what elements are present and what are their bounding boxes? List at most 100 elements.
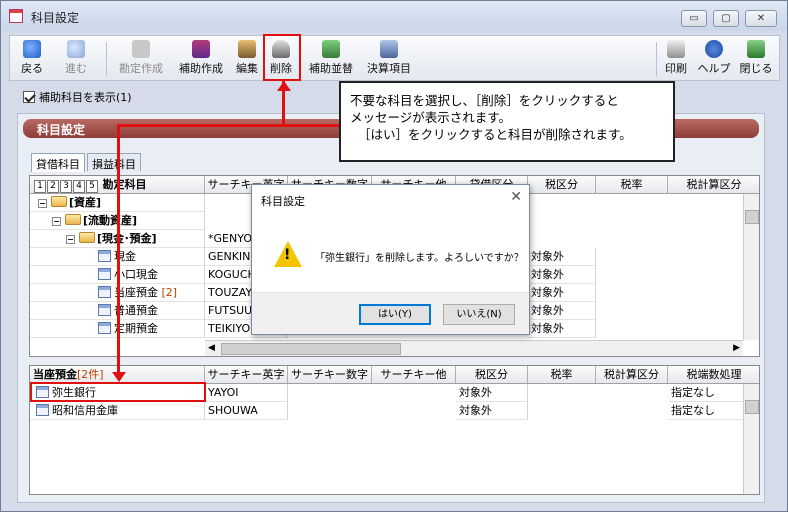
title-bar: 科目設定 ▭ ▢ ✕ [1, 1, 787, 31]
arrow-head-up-icon [277, 81, 291, 91]
sort-icon [322, 40, 340, 58]
rounding-cell: 指定なし [668, 402, 744, 420]
scroll-left-icon[interactable]: ◀ [208, 343, 215, 353]
closing-label: 決算項目 [367, 62, 411, 75]
closing-icon [380, 40, 398, 58]
level-1-button[interactable]: 1 [34, 180, 46, 193]
scroll-right-icon[interactable]: ▶ [733, 343, 740, 353]
row-name: [現金･預金] [97, 232, 157, 245]
print-button[interactable]: 印刷 [660, 38, 692, 80]
delete-highlight [263, 34, 301, 81]
document-icon [98, 322, 111, 334]
row-name: [流動資産] [83, 214, 138, 227]
vertical-scrollbar[interactable] [743, 194, 759, 340]
document-icon [98, 304, 111, 316]
minimize-button[interactable]: ▭ [681, 10, 707, 27]
sub-header-tax-class[interactable]: 税区分 [456, 366, 528, 384]
maximize-button[interactable]: ▢ [713, 10, 739, 27]
tax-cell: 対象外 [528, 302, 596, 320]
create-account-button[interactable]: 勘定作成 [114, 38, 168, 80]
row-name: [資産] [69, 196, 102, 209]
sub-header-search-alpha[interactable]: サーチキー英字 [205, 366, 288, 384]
back-button[interactable]: 戻る [14, 38, 50, 80]
tax-cell: 対象外 [528, 284, 596, 302]
callout-line-3: ［はい］をクリックすると科目が削除されます。 [358, 127, 632, 142]
row-name: 当座預金 [114, 286, 158, 299]
edit-label: 編集 [236, 62, 258, 75]
header-account-label: 勘定科目 [102, 178, 147, 191]
tax-cell: 対象外 [456, 384, 528, 402]
scroll-thumb[interactable] [745, 210, 759, 224]
document-icon [98, 268, 111, 280]
level-3-button[interactable]: 3 [60, 180, 72, 193]
close-window-button[interactable]: ✕ [745, 10, 777, 27]
sub-row-showa[interactable]: 昭和信用金庫 [30, 402, 205, 420]
dialog-title: 科目設定 [261, 195, 305, 208]
sub-header-search-other[interactable]: サーチキー他 [372, 366, 456, 384]
tax-cell: 対象外 [528, 266, 596, 284]
level-4-button[interactable]: 4 [73, 180, 85, 193]
forward-button[interactable]: 進む [58, 38, 94, 80]
window-title: 科目設定 [31, 11, 80, 25]
header-tax-rate[interactable]: 税率 [596, 176, 668, 194]
level-2-button[interactable]: 2 [47, 180, 59, 193]
sub-count-label: [2件] [77, 368, 104, 381]
pencil-icon [238, 40, 256, 58]
app-window: 科目設定 ▭ ▢ ✕ 戻る 進む 勘定作成 補助作成 編集 削除 補助並替 決算… [0, 0, 788, 512]
callout-line-1: 不要な科目を選択し、［削除］をクリックすると [350, 93, 619, 108]
level-5-button[interactable]: 5 [86, 180, 98, 193]
back-label: 戻る [21, 62, 43, 75]
header-tax-class[interactable]: 税区分 [528, 176, 596, 194]
search-cell: YAYOI [205, 384, 288, 402]
tax-cell: 対象外 [528, 320, 596, 338]
document-icon [98, 286, 111, 298]
create-sub-label: 補助作成 [179, 62, 223, 75]
closing-items-button[interactable]: 決算項目 [362, 38, 416, 80]
no-button[interactable]: いいえ(N) [443, 304, 515, 325]
tax-cell: 対象外 [456, 402, 528, 420]
tab-profit-loss[interactable]: 損益科目 [87, 153, 141, 171]
search-cell: SHOUWA [205, 402, 288, 420]
dialog-close-icon[interactable]: ✕ [510, 189, 522, 205]
header-tax-calc[interactable]: 税計算区分 [668, 176, 759, 194]
show-sub-checkbox[interactable]: 補助科目を表示(1) [23, 89, 132, 105]
dialog-message: 「弥生銀行」を削除します。よろしいですか？ [315, 253, 524, 264]
sub-title-label: 当座預金 [33, 368, 77, 381]
instruction-callout: 不要な科目を選択し、［削除］をクリックすると メッセージが表示されます。 ［はい… [339, 81, 675, 162]
sub-header-search-num[interactable]: サーチキー数字 [288, 366, 372, 384]
sort-sub-label: 補助並替 [309, 62, 353, 75]
horizontal-scrollbar[interactable]: ◀ ▶ [205, 340, 743, 356]
edit-button[interactable]: 編集 [232, 38, 262, 80]
forward-label: 進む [65, 62, 87, 75]
tab-balance[interactable]: 貸借科目 [31, 153, 85, 172]
folder-icon [79, 232, 95, 243]
checkbox-checked-icon [23, 91, 35, 103]
arrow-left-icon [23, 40, 41, 58]
create-account-icon [132, 40, 150, 58]
sub-scroll-thumb[interactable] [745, 400, 759, 414]
close-button[interactable]: 閉じる [736, 38, 776, 80]
row-name: 小口現金 [114, 268, 158, 281]
rounding-cell: 指定なし [668, 384, 744, 402]
sub-vertical-scrollbar[interactable] [743, 384, 759, 494]
tax-cell: 対象外 [528, 248, 596, 266]
hscroll-thumb[interactable] [221, 343, 401, 355]
row-name: 昭和信用金庫 [52, 404, 118, 417]
arrow-head-down-icon [112, 372, 126, 382]
sub-header-rounding[interactable]: 税端数処理 [668, 366, 759, 384]
document-icon [36, 404, 49, 416]
sub-header-tax-rate[interactable]: 税率 [528, 366, 596, 384]
arrow-right-icon [67, 40, 85, 58]
toolbar: 戻る 進む 勘定作成 補助作成 編集 削除 補助並替 決算項目 印刷 ヘルプ 閉… [9, 35, 780, 81]
close-label: 閉じる [739, 62, 773, 75]
help-button[interactable]: ヘルプ [696, 38, 732, 80]
sort-sub-button[interactable]: 補助並替 [304, 38, 358, 80]
create-sub-button[interactable]: 補助作成 [174, 38, 228, 80]
yes-button[interactable]: はい(Y) [359, 304, 431, 325]
calendar-icon [9, 9, 23, 23]
sub-header-tax-calc[interactable]: 税計算区分 [596, 366, 668, 384]
printer-icon [667, 40, 685, 58]
folder-icon [65, 214, 81, 225]
callout-line-2: メッセージが表示されます。 [350, 110, 512, 125]
row-name: 普通預金 [114, 304, 158, 317]
